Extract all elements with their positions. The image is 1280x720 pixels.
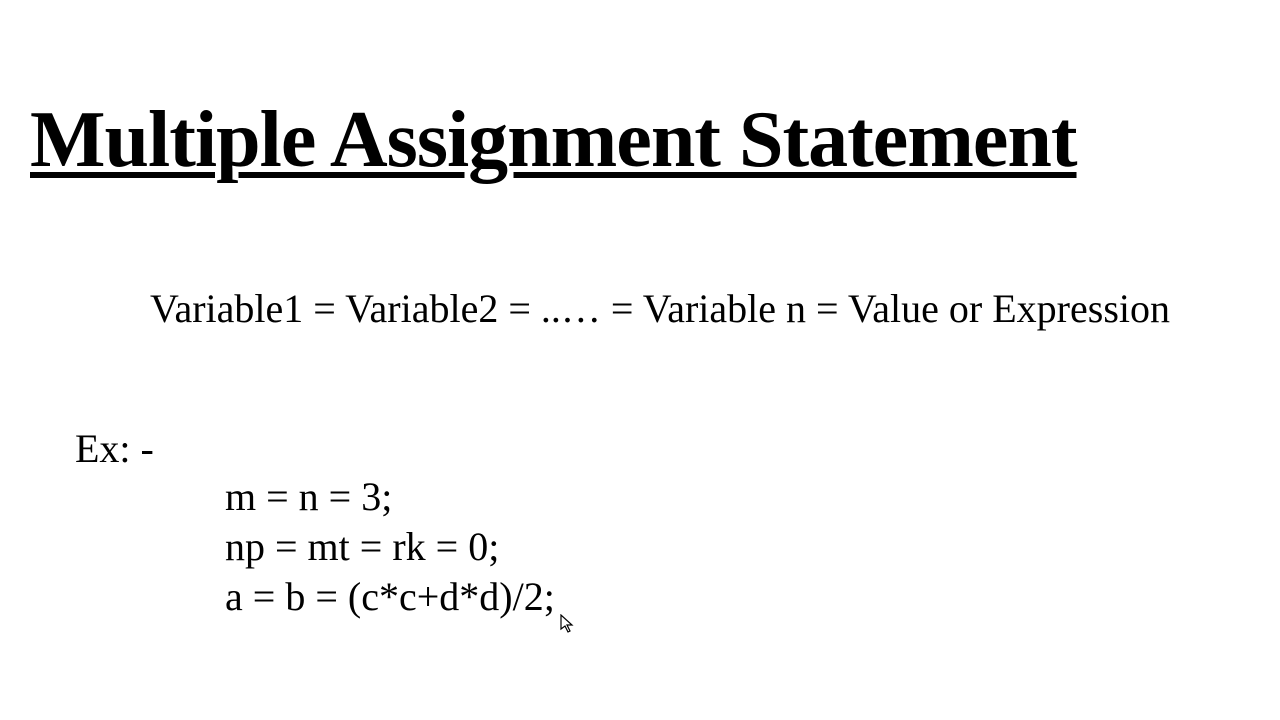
syntax-line: Variable1 = Variable2 = ..… = Variable n… [150,285,1170,332]
slide-container: Multiple Assignment Statement Variable1 … [0,0,1280,720]
cursor-icon [560,614,576,634]
example-line-3: a = b = (c*c+d*d)/2; [225,572,555,622]
example-line-2: np = mt = rk = 0; [225,522,555,572]
example-label: Ex: - [75,425,154,472]
example-line-1: m = n = 3; [225,472,555,522]
example-block: m = n = 3; np = mt = rk = 0; a = b = (c*… [225,472,555,622]
slide-title: Multiple Assignment Statement [30,95,1077,186]
